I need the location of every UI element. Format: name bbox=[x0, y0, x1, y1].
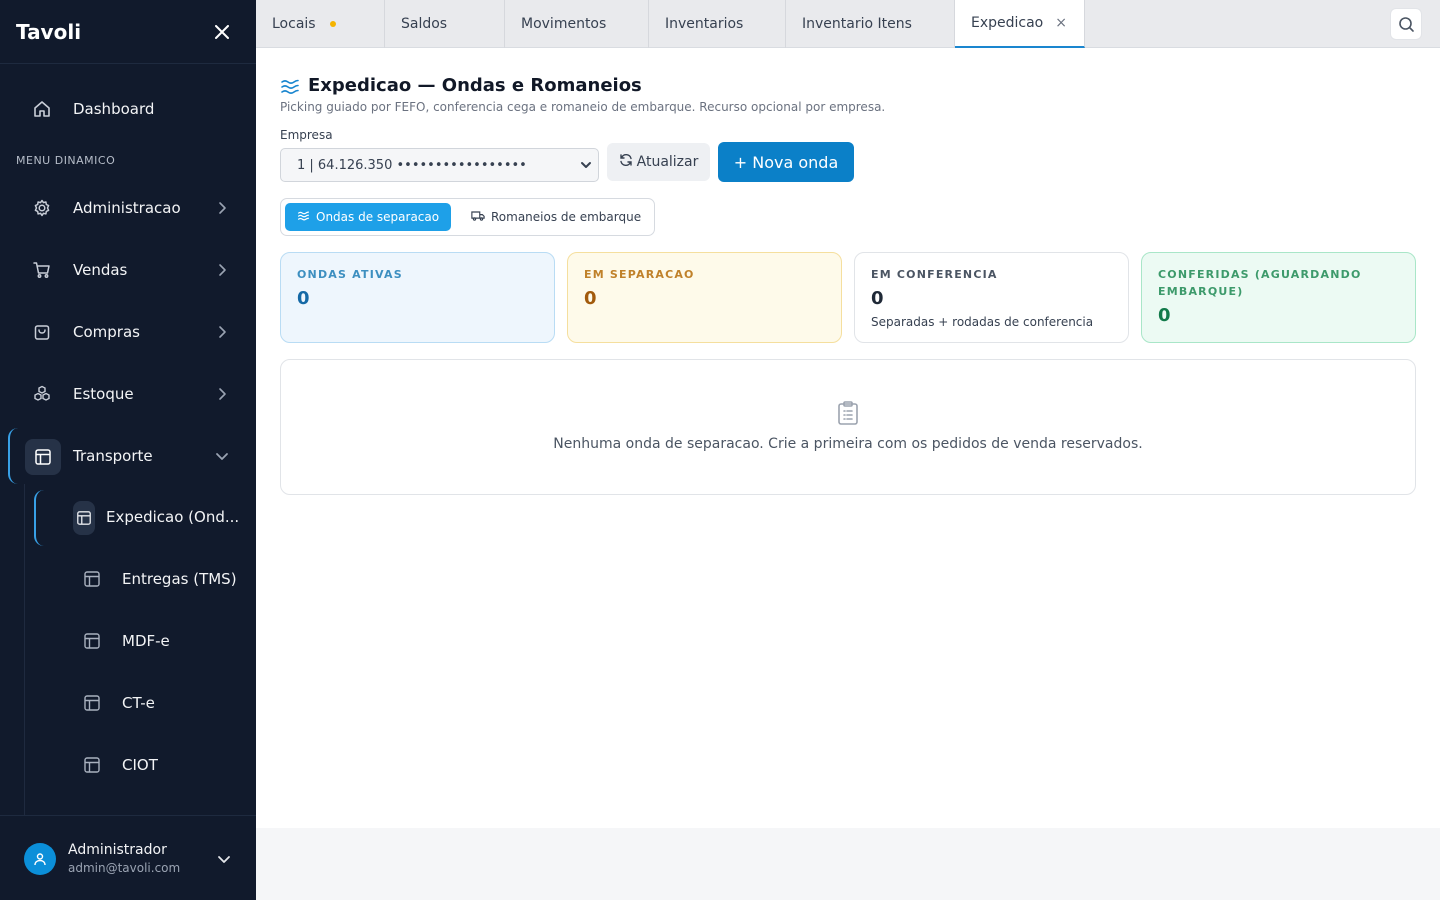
new-wave-button[interactable]: + Nova onda bbox=[718, 142, 854, 182]
page-title: Expedicao — Ondas e Romaneios bbox=[308, 75, 642, 96]
chevron-right-icon bbox=[214, 200, 230, 216]
empresa-label: Empresa bbox=[280, 128, 333, 142]
sidebar-item-transporte[interactable]: Transporte bbox=[0, 432, 256, 480]
stat-title: CONFERIDAS (AGUARDANDO EMBARQUE) bbox=[1158, 268, 1362, 298]
layout-icon bbox=[83, 694, 101, 712]
tab-bar: Locais Saldos Movimentos Inventarios Inv… bbox=[256, 0, 1440, 48]
tab-inventarios[interactable]: Inventarios bbox=[649, 0, 786, 48]
chevron-right-icon bbox=[214, 386, 230, 402]
waves-icon bbox=[280, 77, 300, 95]
sidebar-item-label: Compras bbox=[73, 323, 140, 341]
stat-card-conferidas: CONFERIDAS (AGUARDANDO EMBARQUE) 0 bbox=[1141, 252, 1416, 343]
brand-logo[interactable]: Tavoli bbox=[16, 20, 81, 44]
segment-label: Romaneios de embarque bbox=[491, 210, 642, 224]
tab-locais[interactable]: Locais bbox=[256, 0, 385, 48]
sidebar-section-label: MENU DINAMICO bbox=[16, 154, 116, 167]
tab-ondas-separacao[interactable]: Ondas de separacao bbox=[285, 203, 452, 231]
tab-label: Movimentos bbox=[521, 16, 607, 32]
sidebar-subitem-label: CT-e bbox=[122, 694, 155, 712]
tab-label: Expedicao bbox=[971, 15, 1044, 31]
stat-value: 0 bbox=[584, 288, 597, 309]
segment-label: Ondas de separacao bbox=[316, 210, 440, 224]
sidebar-item-dashboard[interactable]: Dashboard bbox=[0, 85, 256, 133]
close-icon[interactable] bbox=[212, 22, 232, 42]
main-content: Expedicao — Ondas e Romaneios Picking gu… bbox=[256, 48, 1440, 828]
sidebar-subitem-label: Entregas (TMS) bbox=[122, 570, 237, 588]
refresh-icon bbox=[619, 153, 633, 171]
refresh-button[interactable]: Atualizar bbox=[607, 143, 710, 181]
sidebar-subitem-label: MDF-e bbox=[122, 632, 170, 650]
layout-icon bbox=[83, 632, 101, 650]
tab-label: Inventario Itens bbox=[802, 16, 912, 32]
sidebar-item-administracao[interactable]: Administracao bbox=[0, 184, 256, 232]
sidebar-item-estoque[interactable]: Estoque bbox=[0, 370, 256, 418]
sidebar: Tavoli Dashboard MENU DINAMICO Administr… bbox=[0, 0, 256, 900]
empty-state: Nenhuma onda de separacao. Crie a primei… bbox=[280, 359, 1416, 495]
sidebar-item-vendas[interactable]: Vendas bbox=[0, 246, 256, 294]
stat-value: 0 bbox=[1158, 305, 1171, 326]
stat-value: 0 bbox=[297, 288, 310, 309]
chevron-right-icon bbox=[214, 324, 230, 340]
gear-icon bbox=[32, 198, 52, 218]
stat-card-ondas-ativas: ONDAS ATIVAS 0 bbox=[280, 252, 555, 343]
chevron-right-icon bbox=[214, 262, 230, 278]
chevron-down-icon bbox=[214, 448, 230, 464]
chevron-down-icon[interactable] bbox=[216, 851, 232, 867]
search-icon bbox=[1398, 16, 1414, 32]
sidebar-subitem-expedicao[interactable]: Expedicao (Ond... bbox=[0, 494, 256, 542]
layout-icon bbox=[83, 570, 101, 588]
sidebar-item-label: Vendas bbox=[73, 261, 128, 279]
empresa-select[interactable]: 1 | 64.126.350 ••••••••••••••••• bbox=[280, 148, 599, 182]
user-email: admin@tavoli.com bbox=[68, 861, 181, 875]
tab-label: Saldos bbox=[401, 16, 448, 32]
cart-icon bbox=[32, 260, 52, 280]
sidebar-item-compras[interactable]: Compras bbox=[0, 308, 256, 356]
clipboard-icon bbox=[836, 400, 860, 426]
sidebar-subitem-mdfe[interactable]: MDF-e bbox=[0, 618, 256, 666]
tab-expedicao[interactable]: Expedicao × bbox=[955, 0, 1085, 48]
tab-saldos[interactable]: Saldos bbox=[385, 0, 505, 48]
stat-title: EM SEPARACAO bbox=[584, 268, 695, 281]
page-subtitle: Picking guiado por FEFO, conferencia ceg… bbox=[280, 100, 886, 114]
stat-subtext: Separadas + rodadas de conferencia bbox=[871, 315, 1094, 329]
tab-label: Locais bbox=[272, 16, 316, 32]
tab-inventario-itens[interactable]: Inventario Itens bbox=[786, 0, 955, 48]
sidebar-item-label: Estoque bbox=[73, 385, 134, 403]
bag-icon bbox=[32, 322, 52, 342]
chevron-down-icon bbox=[580, 159, 592, 171]
truck-icon bbox=[471, 210, 485, 224]
layout-icon bbox=[83, 756, 101, 774]
tab-romaneios-embarque[interactable]: Romaneios de embarque bbox=[459, 203, 653, 231]
avatar bbox=[24, 843, 56, 875]
stat-card-em-separacao: EM SEPARACAO 0 bbox=[567, 252, 842, 343]
waves-icon bbox=[297, 210, 310, 224]
empty-state-message: Nenhuma onda de separacao. Crie a primei… bbox=[553, 436, 1143, 452]
modified-dot bbox=[329, 21, 336, 27]
sidebar-subitem-ciot[interactable]: CIOT bbox=[0, 742, 256, 790]
sidebar-item-label: Administracao bbox=[73, 199, 181, 217]
view-switcher: Ondas de separacao Romaneios de embarque bbox=[280, 198, 655, 236]
sidebar-header: Tavoli bbox=[0, 0, 256, 64]
user-name: Administrador bbox=[68, 842, 167, 858]
search-button[interactable] bbox=[1390, 8, 1422, 40]
sidebar-subitem-entregas[interactable]: Entregas (TMS) bbox=[0, 556, 256, 604]
stat-title: EM CONFERENCIA bbox=[871, 268, 998, 281]
stat-card-em-conferencia: EM CONFERENCIA 0 Separadas + rodadas de … bbox=[854, 252, 1129, 343]
user-menu[interactable]: Administrador admin@tavoli.com bbox=[0, 815, 256, 900]
boxes-icon bbox=[32, 384, 52, 404]
sidebar-item-label: Transporte bbox=[73, 447, 153, 465]
tab-movimentos[interactable]: Movimentos bbox=[505, 0, 649, 48]
refresh-label: Atualizar bbox=[636, 154, 699, 170]
close-tab-icon[interactable]: × bbox=[1055, 15, 1067, 31]
empresa-value: 1 | 64.126.350 ••••••••••••••••• bbox=[297, 157, 527, 173]
sidebar-subitem-label: Expedicao (Ond... bbox=[106, 508, 240, 526]
home-icon bbox=[32, 99, 52, 119]
stat-title: ONDAS ATIVAS bbox=[297, 268, 403, 281]
sidebar-item-label: Dashboard bbox=[73, 100, 155, 118]
sidebar-subitem-cte[interactable]: CT-e bbox=[0, 680, 256, 728]
sidebar-subitem-label: CIOT bbox=[122, 756, 158, 774]
stat-value: 0 bbox=[871, 288, 884, 309]
tab-label: Inventarios bbox=[665, 16, 744, 32]
